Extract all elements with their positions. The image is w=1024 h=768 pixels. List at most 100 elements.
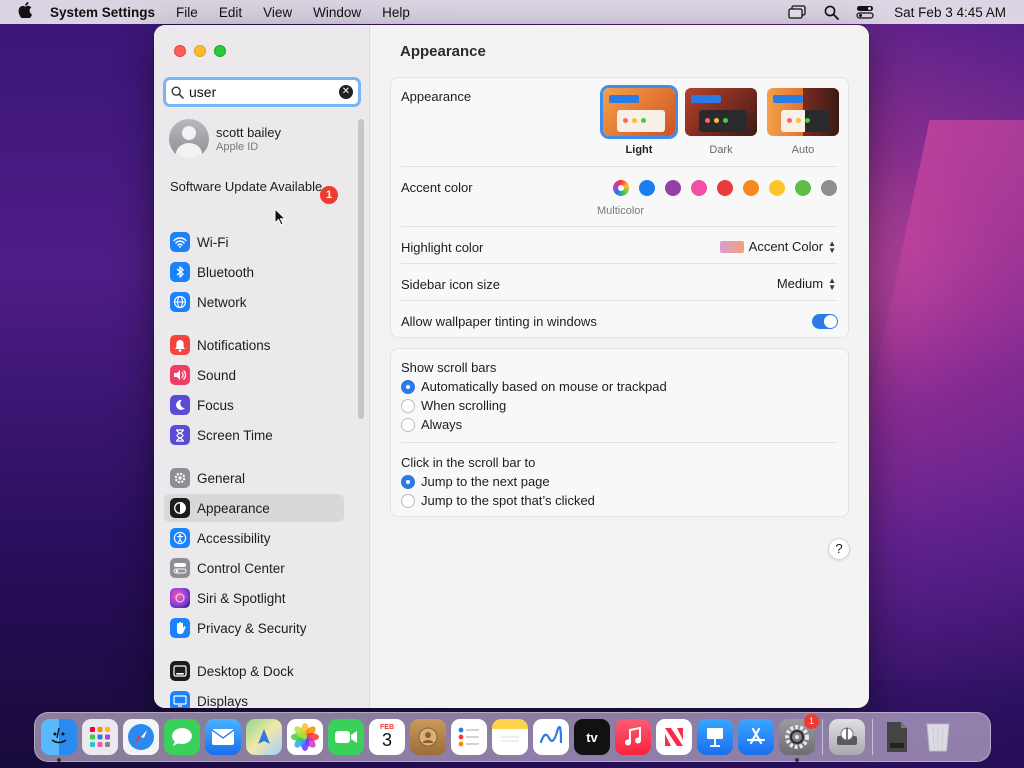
sidebar-item-accessibility[interactable]: Accessibility (164, 524, 344, 552)
dock-reminders-icon[interactable] (451, 719, 487, 755)
accent-multicolor-swatch[interactable] (613, 180, 629, 196)
sidebar-item-label: Network (197, 294, 247, 310)
scroll-bars-always-option[interactable]: Always (401, 417, 462, 432)
search-input[interactable] (189, 84, 329, 100)
dock-calendar-icon[interactable]: FEB 3 (369, 719, 405, 755)
sidebar-item-bluetooth[interactable]: Bluetooth (164, 258, 344, 286)
sidebar-item-general[interactable]: General (164, 464, 344, 492)
zoom-window-button[interactable] (214, 45, 226, 57)
sidebar-item-label: Desktop & Dock (197, 663, 294, 679)
accent-orange-swatch[interactable] (743, 180, 759, 196)
highlight-color-popup[interactable]: Accent Color ▲ ▼ (719, 239, 836, 254)
dock-news-icon[interactable] (656, 719, 692, 755)
control-center-icon[interactable] (848, 5, 882, 19)
sidebar-item-control-center[interactable]: Control Center (164, 554, 344, 582)
sidebar-item-notifications[interactable]: Notifications (164, 331, 344, 359)
scroll-bars-automatic-option[interactable]: Automatically based on mouse or trackpad (401, 379, 667, 394)
menu-view[interactable]: View (263, 5, 292, 20)
sidebar-item-displays[interactable]: Displays (164, 687, 344, 708)
click-scroll-spot-option[interactable]: Jump to the spot that’s clicked (401, 493, 595, 508)
sidebar-item-label: Focus (197, 397, 234, 413)
accent-graphite-swatch[interactable] (821, 180, 837, 196)
wifi-icon (170, 232, 190, 252)
sidebar-item-appearance[interactable]: Appearance (164, 494, 344, 522)
sidebar-item-privacy-security[interactable]: Privacy & Security (164, 614, 344, 642)
minimize-window-button[interactable] (194, 45, 206, 57)
help-button[interactable]: ? (828, 538, 850, 560)
menu-bar-clock[interactable]: Sat Feb 3 4:45 AM (894, 5, 1006, 20)
menu-edit[interactable]: Edit (219, 5, 242, 20)
spotlight-search-icon[interactable] (814, 5, 848, 20)
sidebar-item-screen-time[interactable]: Screen Time (164, 421, 344, 449)
sidebar-scrollbar[interactable] (358, 119, 364, 419)
appearance-option-light[interactable]: Light (603, 88, 675, 156)
dock-music-icon[interactable] (615, 719, 651, 755)
dock-freeform-icon[interactable] (533, 719, 569, 755)
search-icon (171, 85, 184, 99)
wallpaper-tinting-toggle[interactable] (812, 314, 838, 329)
dock-system-settings-icon[interactable]: 1 (779, 714, 819, 762)
dock-facetime-icon[interactable] (328, 719, 364, 755)
clear-search-icon[interactable]: ✕ (339, 85, 353, 99)
dock-tv-icon[interactable]: tv (574, 719, 610, 755)
sidebar-item-label: Notifications (197, 337, 271, 353)
menu-bar: System Settings File Edit View Window He… (0, 0, 1024, 24)
appearance-option-auto[interactable]: Auto (767, 88, 839, 156)
software-update-item[interactable]: Software Update Available (170, 179, 340, 195)
sidebar-icon-size-popup[interactable]: Medium ▲ ▼ (777, 276, 836, 291)
radio-button[interactable] (401, 398, 415, 413)
dock-notes-icon[interactable] (492, 719, 528, 755)
menu-window[interactable]: Window (313, 5, 361, 20)
dock-finder-icon[interactable] (41, 719, 77, 762)
sidebar-item-wifi[interactable]: Wi-Fi (164, 228, 344, 256)
sidebar-item-desktop-dock[interactable]: Desktop & Dock (164, 657, 344, 685)
dock-contacts-icon[interactable] (410, 719, 446, 755)
update-badge: 1 (320, 186, 338, 204)
accent-blue-swatch[interactable] (639, 180, 655, 196)
dock-mail-icon[interactable] (205, 719, 241, 755)
dock-messages-icon[interactable] (164, 719, 200, 755)
light-label: Light (625, 144, 653, 156)
dock-disk-utility-icon[interactable] (829, 719, 865, 755)
menu-app-name[interactable]: System Settings (50, 5, 155, 20)
radio-button[interactable] (401, 493, 415, 508)
accent-yellow-swatch[interactable] (769, 180, 785, 196)
accent-pink-swatch[interactable] (691, 180, 707, 196)
sidebar-item-label: General (197, 470, 246, 486)
accent-red-swatch[interactable] (717, 180, 733, 196)
appearance-option-dark[interactable]: Dark (685, 88, 757, 156)
sidebar-item-siri-spotlight[interactable]: Siri & Spotlight (164, 584, 344, 612)
window-controls (174, 45, 226, 57)
radio-button-selected[interactable] (401, 474, 415, 489)
profile-name: scott bailey (216, 125, 282, 140)
sidebar-item-focus[interactable]: Focus (164, 391, 344, 419)
accent-green-swatch[interactable] (795, 180, 811, 196)
accent-color-label: Accent color (401, 180, 473, 195)
accent-purple-swatch[interactable] (665, 180, 681, 196)
divider (401, 226, 838, 227)
dock-launchpad-icon[interactable] (82, 719, 118, 755)
apple-menu-icon[interactable] (0, 1, 50, 23)
radio-button-selected[interactable] (401, 379, 415, 394)
dock-photos-icon[interactable] (287, 719, 323, 755)
sidebar-item-sound[interactable]: Sound (164, 361, 344, 389)
dock-keynote-icon[interactable] (697, 719, 733, 755)
dock-app-store-icon[interactable] (738, 719, 774, 755)
menu-help[interactable]: Help (382, 5, 410, 20)
apple-id-profile[interactable]: scott bailey Apple ID (169, 119, 281, 159)
screen-mirroring-icon[interactable] (780, 5, 814, 19)
dock-document-icon[interactable] (879, 719, 915, 755)
radio-button[interactable] (401, 417, 415, 432)
divider (401, 166, 838, 167)
click-scroll-next-page-option[interactable]: Jump to the next page (401, 474, 550, 489)
menu-file[interactable]: File (176, 5, 198, 20)
sidebar-item-label: Privacy & Security (197, 620, 307, 636)
highlight-swatch (719, 240, 744, 253)
dock-trash-icon[interactable] (920, 719, 956, 755)
sidebar-item-network[interactable]: Network (164, 288, 344, 316)
close-window-button[interactable] (174, 45, 186, 57)
dock-safari-icon[interactable] (123, 719, 159, 755)
scroll-bars-when-scrolling-option[interactable]: When scrolling (401, 398, 506, 413)
mouse-cursor-icon (274, 208, 286, 226)
dock-maps-icon[interactable] (246, 719, 282, 755)
